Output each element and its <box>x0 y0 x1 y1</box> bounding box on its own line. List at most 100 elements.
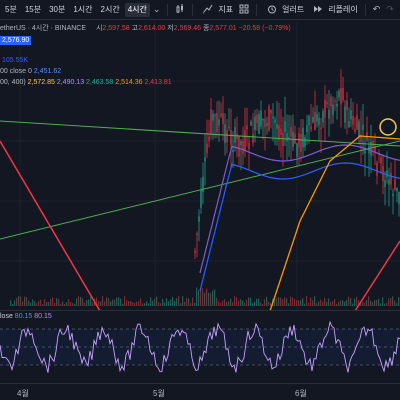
volume-bar <box>30 302 32 306</box>
candle-body <box>226 130 228 143</box>
candle-type-icon[interactable] <box>175 3 185 16</box>
volume-bar <box>376 299 378 306</box>
volume-bar <box>316 303 318 306</box>
volume-bar <box>326 302 328 306</box>
candle-body <box>288 137 290 139</box>
timeframe-2h[interactable]: 2시간 <box>98 3 123 17</box>
volume-bar <box>330 302 332 306</box>
price-chart[interactable] <box>0 21 400 311</box>
ma-legend-1[interactable]: 00 close 0 2,451.62 <box>0 68 61 75</box>
volume-bar <box>304 303 306 306</box>
volume-bar <box>16 297 18 306</box>
ohlc-low-value: 2,569.46 <box>173 25 201 32</box>
candle-body <box>282 132 284 147</box>
timeframe-15m[interactable]: 15분 <box>22 3 44 17</box>
volume-bar <box>210 293 212 306</box>
volume-bar <box>32 299 34 306</box>
volume-bar <box>54 302 56 306</box>
volume-bar <box>294 299 296 306</box>
oscillator-value-2: 80.15 <box>34 313 52 320</box>
time-axis[interactable]: 4월 5월 6월 <box>0 383 400 400</box>
volume-bar <box>166 298 168 306</box>
trend-line-red-2 <box>354 240 400 311</box>
timeframe-4h[interactable]: 4시간 <box>124 2 150 17</box>
candle-body <box>302 127 304 148</box>
candle-body <box>268 106 270 131</box>
volume-bar <box>46 302 48 306</box>
oscillator-legend: lose 80.15 80.15 <box>0 313 52 320</box>
volume-value: 105.55K <box>2 57 29 64</box>
volume-bar <box>44 299 46 306</box>
candle-body <box>306 125 308 133</box>
volume-bar <box>56 298 58 306</box>
volume-bar <box>308 303 310 306</box>
indicators-icon: f <box>203 4 213 16</box>
ma-legend-2[interactable]: 00, 400) 2,572.85 2,490.13 2,463.58 2,51… <box>0 79 172 86</box>
volume-bar <box>114 299 116 306</box>
oscillator-pane[interactable] <box>0 311 400 383</box>
templates-icon[interactable] <box>239 4 249 16</box>
chevron-down-icon[interactable]: ⌄ <box>153 4 161 15</box>
volume-bar <box>284 297 286 306</box>
volume-bar <box>22 301 24 306</box>
volume-bar <box>70 301 72 306</box>
ma-legend-2-value-2: 2,490.13 <box>56 79 85 86</box>
volume-bar <box>324 297 326 306</box>
candle-body <box>248 142 250 149</box>
volume-bar <box>378 298 380 306</box>
redo-icon[interactable]: ↷ <box>386 4 394 15</box>
candle-body <box>274 119 276 123</box>
volume-bar <box>336 303 338 306</box>
candle-body <box>362 124 364 130</box>
volume-bar <box>182 296 184 306</box>
timeframe-1h[interactable]: 1시간 <box>70 3 95 17</box>
volume-bar <box>214 289 216 306</box>
timeframe-5m[interactable]: 5분 <box>2 3 20 17</box>
candle-body <box>396 187 398 192</box>
candle-body <box>346 100 348 110</box>
volume-bar <box>66 302 68 306</box>
volume-bar <box>286 298 288 306</box>
candle-body <box>278 124 280 141</box>
volume-bar <box>170 299 172 306</box>
candle-body <box>356 115 358 130</box>
candle-body <box>336 103 338 107</box>
candle-body <box>318 117 320 126</box>
volume-bar <box>216 297 218 306</box>
candle-body <box>204 157 206 162</box>
volume-bar <box>314 296 316 306</box>
alert-label: 얼러트 <box>282 5 305 14</box>
alert-button[interactable]: 얼러트 <box>264 4 304 16</box>
ohlc-change: −20.58 (−0.79%) <box>238 25 291 32</box>
ohlc-high-value: 2,614.00 <box>138 25 166 32</box>
symbol-legend: etherUS · 4시간 · BINANCE 시2,597.58 고2,614… <box>0 23 291 33</box>
timeframe-30m[interactable]: 30분 <box>46 3 68 17</box>
volume-bar <box>148 303 150 306</box>
candle-body <box>208 136 210 141</box>
candle-body <box>310 126 312 130</box>
replay-label: 리플레이 <box>328 5 358 14</box>
undo-icon[interactable]: ↶ <box>373 4 381 15</box>
candle-body <box>238 135 240 157</box>
volume-bar <box>76 298 78 306</box>
volume-bar <box>234 296 236 306</box>
volume-bar <box>104 301 106 306</box>
candle-body <box>394 179 396 190</box>
volume-bar <box>142 303 144 306</box>
volume-bar <box>310 297 312 306</box>
volume-bar <box>352 303 354 306</box>
volume-bar <box>254 301 256 306</box>
candle-body <box>384 180 386 187</box>
candle-body <box>252 134 254 143</box>
candle-body <box>206 143 208 154</box>
indicators-label: 지표 <box>218 5 234 14</box>
volume-bar <box>112 299 114 306</box>
replay-button[interactable]: 리플레이 <box>310 4 358 16</box>
volume-bar <box>60 303 62 306</box>
volume-bar <box>128 300 130 306</box>
highlight-circle <box>379 118 397 136</box>
candle-body <box>308 116 310 126</box>
indicators-button[interactable]: f 지표 <box>200 4 233 16</box>
candle-body <box>260 110 262 127</box>
moving-average-purple <box>199 144 400 274</box>
